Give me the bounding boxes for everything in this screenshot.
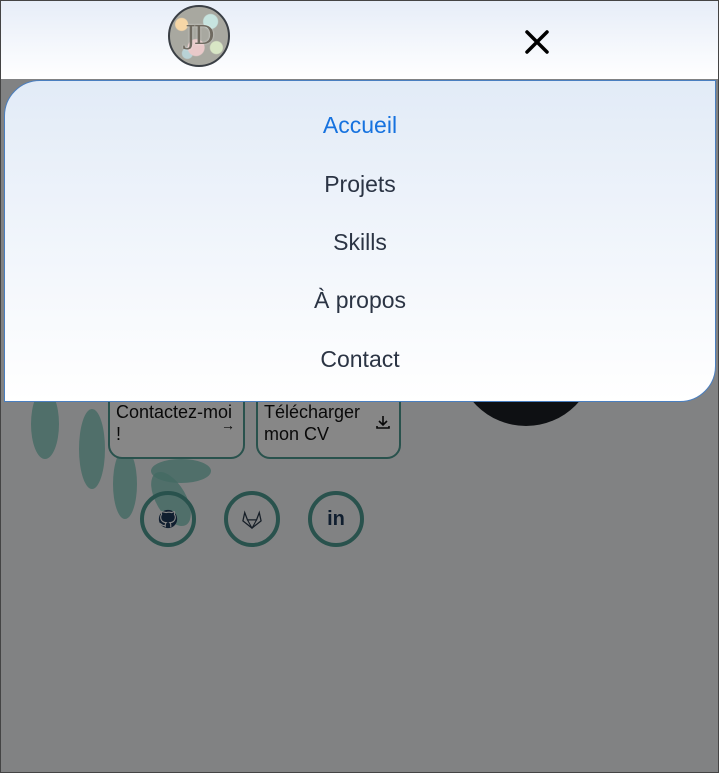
app-frame: Contactez-moi ! → Télécharger mon CV in … xyxy=(0,0,719,773)
site-header: JD xyxy=(1,1,718,79)
menu-item-projets[interactable]: Projets xyxy=(5,171,715,198)
close-icon xyxy=(525,30,549,54)
site-logo[interactable]: JD xyxy=(168,5,230,67)
menu-item-accueil[interactable]: Accueil xyxy=(5,112,715,139)
logo-initials: JD xyxy=(185,21,214,51)
menu-item-a-propos[interactable]: À propos xyxy=(5,287,715,314)
menu-item-contact[interactable]: Contact xyxy=(5,346,715,373)
menu-item-skills[interactable]: Skills xyxy=(5,229,715,256)
nav-menu: Accueil Projets Skills À propos Contact xyxy=(4,80,716,402)
close-menu-button[interactable] xyxy=(521,26,553,58)
